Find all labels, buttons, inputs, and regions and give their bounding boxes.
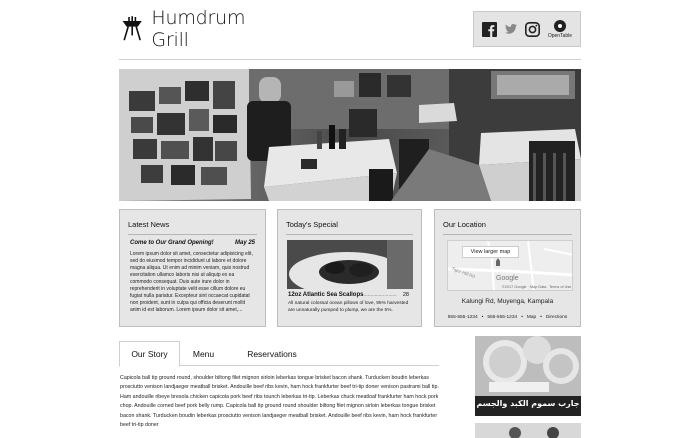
divider bbox=[286, 234, 413, 235]
opentable-icon bbox=[553, 19, 566, 32]
map-terms-link[interactable]: Terms of Use bbox=[549, 285, 571, 289]
tab-our-story[interactable]: Our Story bbox=[119, 341, 180, 367]
map-attribution: ©2017 Google · Map Data bbox=[502, 285, 547, 289]
phone-2[interactable]: 555-555-1234 bbox=[487, 315, 517, 320]
special-dish-row: 12oz Atlantic Sea Scallops..............… bbox=[278, 289, 421, 298]
special-dish-price: 28 bbox=[402, 292, 409, 298]
special-dish-description: All natural colossal ocean pillows of lo… bbox=[288, 301, 409, 313]
special-dish-photo bbox=[287, 240, 413, 289]
divider bbox=[443, 234, 572, 235]
sidebar-ad[interactable]: جارب سموم الكبد والجسم bbox=[475, 336, 581, 416]
brand-name: Humdrum Grill bbox=[151, 7, 246, 51]
view-larger-map-button[interactable]: View larger map bbox=[462, 246, 519, 258]
directions-link[interactable]: Directions bbox=[546, 315, 567, 320]
latest-news-panel: Latest News Come to Our Grand Opening! M… bbox=[119, 209, 266, 327]
opentable-label: OpenTable bbox=[547, 32, 573, 39]
hero-photo bbox=[119, 69, 581, 201]
opentable-link[interactable]: OpenTable bbox=[547, 19, 573, 39]
google-logo: Google bbox=[496, 275, 519, 282]
tab-reservations[interactable]: Reservations bbox=[227, 341, 317, 366]
our-story-text: Capicola ball tip ground round, shoulder… bbox=[120, 375, 439, 429]
header-divider bbox=[119, 59, 581, 60]
todays-special-panel: Today's Special 12oz Atlantic Sea Scallo… bbox=[277, 209, 422, 327]
ad-text: جارب سموم الكبد والجسم bbox=[476, 399, 580, 408]
todays-special-title: Today's Special bbox=[286, 220, 338, 229]
instagram-icon[interactable] bbox=[524, 21, 540, 37]
special-dish-name: 12oz Atlantic Sea Scallops bbox=[288, 292, 364, 298]
news-headline[interactable]: Come to Our Grand Opening! bbox=[130, 240, 214, 246]
phone-1[interactable]: 555-555-1234 bbox=[448, 315, 478, 320]
social-links: OpenTable bbox=[473, 11, 581, 47]
dot-leader: ........................ bbox=[363, 292, 397, 298]
content-tabs: Our Story Menu Reservations bbox=[119, 341, 439, 367]
latest-news-title: Latest News bbox=[128, 220, 170, 229]
grill-logo-icon bbox=[122, 16, 142, 41]
address: Kalungi Rd, Muyenga, Kampala bbox=[461, 298, 554, 305]
our-location-panel: Our Location View larger map Tiger Hill … bbox=[434, 209, 581, 327]
our-location-title: Our Location bbox=[443, 220, 486, 229]
news-item-header: Come to Our Grand Opening! May 25 bbox=[120, 235, 265, 246]
twitter-icon[interactable] bbox=[504, 24, 517, 34]
news-date: May 25 bbox=[234, 240, 255, 246]
embedded-map[interactable]: View larger map Tiger Hill Rd Google ©20… bbox=[447, 240, 573, 291]
contact-row: 555-555-1234 • 555-555-1234 • Map • Dire… bbox=[447, 315, 568, 320]
logo[interactable]: Humdrum Grill bbox=[121, 7, 261, 51]
tab-menu[interactable]: Menu bbox=[180, 341, 227, 366]
map-link[interactable]: Map bbox=[527, 315, 536, 320]
facebook-icon[interactable] bbox=[481, 21, 497, 37]
sidebar-ad-2[interactable] bbox=[475, 423, 581, 438]
news-body: Lorem ipsum dolor sit amet, consectetur … bbox=[130, 251, 253, 313]
